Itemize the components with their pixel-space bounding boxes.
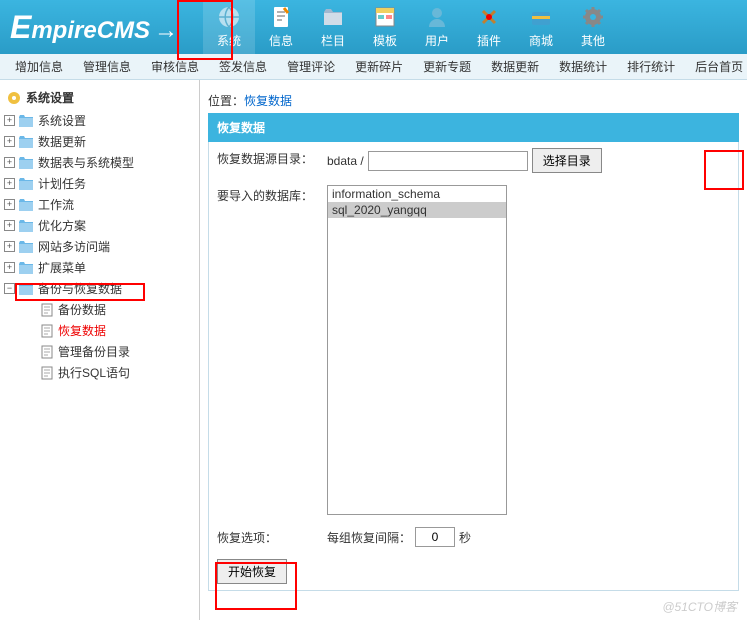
sub-nav-item[interactable]: 管理评论	[287, 58, 335, 75]
tree-folder[interactable]: − 备份与恢复数据	[4, 278, 199, 299]
tree-folder[interactable]: + 系统设置	[4, 110, 199, 131]
sub-nav-item[interactable]: 审核信息	[151, 58, 199, 75]
expand-icon[interactable]: +	[4, 115, 15, 126]
plugin-icon	[477, 5, 501, 29]
sub-nav-item[interactable]: 数据统计	[559, 58, 607, 75]
select-dir-button[interactable]: 选择目录	[532, 148, 602, 173]
db-select[interactable]: information_schemasql_2020_yangqq	[327, 185, 507, 515]
nav-template[interactable]: 模板	[359, 0, 411, 54]
nav-label: 插件	[477, 32, 501, 49]
sidebar-title: 系统设置	[0, 85, 199, 110]
expand-icon[interactable]: +	[4, 241, 15, 252]
breadcrumb-current[interactable]: 恢复数据	[244, 94, 292, 108]
db-label: 要导入的数据库：	[217, 185, 327, 204]
tree-folder[interactable]: + 优化方案	[4, 215, 199, 236]
settings-icon	[6, 90, 22, 106]
tree-label: 备份数据	[58, 301, 106, 318]
source-dir-label: 恢复数据源目录：	[217, 148, 327, 167]
expand-icon[interactable]: +	[4, 136, 15, 147]
source-dir-prefix: bdata /	[327, 154, 364, 168]
sub-nav-bar: 增加信息 管理信息 审核信息 签发信息 管理评论 更新碎片 更新专题 数据更新 数据统计 排行统计…	[0, 54, 747, 80]
expand-icon[interactable]: +	[4, 178, 15, 189]
tree-folder[interactable]: + 数据更新	[4, 131, 199, 152]
tree-page[interactable]: 恢复数据	[26, 320, 199, 341]
interval-input[interactable]	[415, 527, 455, 547]
tree-label: 计划任务	[38, 175, 86, 192]
tree-page[interactable]: 备份数据	[26, 299, 199, 320]
nav-label: 用户	[425, 32, 449, 49]
tree-folder[interactable]: + 工作流	[4, 194, 199, 215]
expand-icon[interactable]: +	[4, 262, 15, 273]
nav-shop[interactable]: 商城	[515, 0, 567, 54]
tree-label: 网站多访问端	[38, 238, 110, 255]
nav-system[interactable]: 系统	[203, 0, 255, 54]
tree-label: 优化方案	[38, 217, 86, 234]
tree-label: 恢复数据	[58, 322, 106, 339]
watermark: @51CTO博客	[662, 598, 737, 615]
sub-nav-item[interactable]: 管理信息	[83, 58, 131, 75]
top-nav: 系统 信息 栏目 模板 用户 插件 商城 其他	[203, 0, 619, 54]
start-restore-button[interactable]: 开始恢复	[217, 559, 287, 584]
tree-folder[interactable]: + 数据表与系统模型	[4, 152, 199, 173]
sub-nav-item[interactable]: 后台首页	[695, 58, 743, 75]
nav-label: 商城	[529, 32, 553, 49]
shop-icon	[529, 5, 553, 29]
tree-folder[interactable]: + 计划任务	[4, 173, 199, 194]
tree-label: 备份与恢复数据	[38, 280, 122, 297]
top-bar: EmpireCMS→ 系统 信息 栏目 模板 用户 插件 商城	[0, 0, 747, 54]
sub-nav-item[interactable]: 数据更新	[491, 58, 539, 75]
tree-label: 执行SQL语句	[58, 364, 130, 381]
sidebar: 系统设置 + 系统设置 + 数据更新 + 数据表与系统模型 + 计划任务 + 工作流 + 优化方案 + 网…	[0, 80, 200, 620]
expand-icon[interactable]: +	[4, 220, 15, 231]
interval-unit: 秒	[459, 529, 471, 546]
nav-other[interactable]: 其他	[567, 0, 619, 54]
tree-label: 扩展菜单	[38, 259, 86, 276]
source-dir-input[interactable]	[368, 151, 528, 171]
sub-nav-item[interactable]: 更新专题	[423, 58, 471, 75]
restore-options-label: 恢复选项：	[217, 527, 327, 546]
tree-label: 工作流	[38, 196, 74, 213]
nav-label: 系统	[217, 32, 241, 49]
panel-body: 恢复数据源目录： bdata / 选择目录 要导入的数据库： informati…	[208, 142, 739, 591]
tree-page[interactable]: 管理备份目录	[26, 341, 199, 362]
sidebar-title-text: 系统设置	[26, 89, 74, 106]
tree-label: 数据表与系统模型	[38, 154, 134, 171]
document-icon	[269, 5, 293, 29]
sub-nav-item[interactable]: 签发信息	[219, 58, 267, 75]
template-icon	[373, 5, 397, 29]
logo: EmpireCMS→	[0, 9, 188, 46]
tree-folder[interactable]: + 扩展菜单	[4, 257, 199, 278]
tree-folder[interactable]: + 网站多访问端	[4, 236, 199, 257]
interval-label: 每组恢复间隔：	[327, 529, 411, 546]
tree-label: 系统设置	[38, 112, 86, 129]
breadcrumb: 位置：恢复数据	[208, 88, 739, 113]
folder-icon	[321, 5, 345, 29]
tree: + 系统设置 + 数据更新 + 数据表与系统模型 + 计划任务 + 工作流 + 优化方案 + 网站多访问端…	[0, 110, 199, 383]
nav-label: 栏目	[321, 32, 345, 49]
nav-plugin[interactable]: 插件	[463, 0, 515, 54]
nav-label: 其他	[581, 32, 605, 49]
nav-label: 模板	[373, 32, 397, 49]
expand-icon[interactable]: +	[4, 157, 15, 168]
gear-icon	[581, 5, 605, 29]
nav-user[interactable]: 用户	[411, 0, 463, 54]
breadcrumb-prefix: 位置：	[208, 94, 244, 108]
user-icon	[425, 5, 449, 29]
db-option[interactable]: information_schema	[328, 186, 506, 202]
expand-icon[interactable]: −	[4, 283, 15, 294]
tree-label: 数据更新	[38, 133, 86, 150]
panel-header: 恢复数据	[208, 113, 739, 142]
globe-icon	[217, 5, 241, 29]
tree-page[interactable]: 执行SQL语句	[26, 362, 199, 383]
tree-label: 管理备份目录	[58, 343, 130, 360]
expand-icon[interactable]: +	[4, 199, 15, 210]
nav-label: 信息	[269, 32, 293, 49]
sub-nav-item[interactable]: 排行统计	[627, 58, 675, 75]
nav-column[interactable]: 栏目	[307, 0, 359, 54]
db-option[interactable]: sql_2020_yangqq	[328, 202, 506, 218]
content-area: 位置：恢复数据 恢复数据 恢复数据源目录： bdata / 选择目录 要导入的数…	[200, 80, 747, 620]
nav-info[interactable]: 信息	[255, 0, 307, 54]
sub-nav-item[interactable]: 增加信息	[15, 58, 63, 75]
sub-nav-item[interactable]: 更新碎片	[355, 58, 403, 75]
